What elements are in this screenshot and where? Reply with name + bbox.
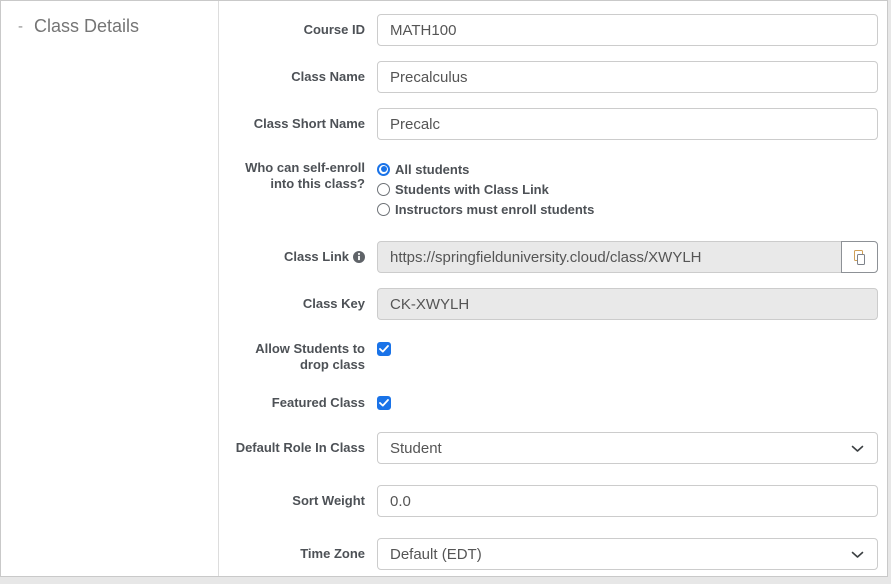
time-zone-select[interactable]: Default (EDT) bbox=[377, 538, 878, 570]
collapse-toggle[interactable]: - bbox=[18, 16, 23, 37]
form-row-default-role: Default Role In Class Student bbox=[228, 432, 887, 464]
form-row-class-short-name: Class Short Name bbox=[228, 108, 887, 140]
form-row-self-enroll: Who can self-enroll into this class? All… bbox=[228, 158, 887, 219]
time-zone-selected-value: Default (EDT) bbox=[390, 546, 482, 563]
form-row-allow-drop: Allow Students to drop class bbox=[228, 341, 887, 373]
checkmark-icon bbox=[379, 345, 389, 353]
featured-class-checkbox[interactable] bbox=[377, 396, 391, 410]
class-short-name-input[interactable] bbox=[377, 108, 878, 140]
class-details-form: Course ID Class Name Class Short Name Wh… bbox=[219, 1, 887, 576]
class-link-input-group bbox=[377, 241, 878, 273]
default-role-label: Default Role In Class bbox=[228, 432, 377, 464]
copy-icon bbox=[851, 249, 868, 266]
copy-button[interactable] bbox=[841, 241, 878, 273]
allow-drop-checkbox[interactable] bbox=[377, 342, 391, 356]
default-role-selected-value: Student bbox=[390, 440, 442, 457]
form-row-class-name: Class Name bbox=[228, 61, 887, 93]
allow-drop-label: Allow Students to drop class bbox=[228, 341, 377, 373]
self-enroll-radio-group: All students Students with Class Link In… bbox=[377, 158, 878, 219]
section-sidebar: - Class Details bbox=[1, 1, 219, 576]
radio-option-all-students[interactable]: All students bbox=[377, 159, 878, 179]
class-name-input[interactable] bbox=[377, 61, 878, 93]
form-row-course-id: Course ID bbox=[228, 14, 887, 46]
radio-option-label[interactable]: Instructors must enroll students bbox=[395, 202, 594, 217]
course-id-label: Course ID bbox=[228, 14, 377, 46]
class-key-input[interactable] bbox=[377, 288, 878, 320]
time-zone-label: Time Zone bbox=[228, 538, 377, 570]
form-row-class-link: Class Link bbox=[228, 241, 887, 273]
radio-icon[interactable] bbox=[377, 163, 390, 176]
chevron-down-icon bbox=[851, 445, 864, 453]
radio-option-instructors-enroll[interactable]: Instructors must enroll students bbox=[377, 199, 878, 219]
form-row-sort-weight: Sort Weight bbox=[228, 485, 887, 517]
class-link-input[interactable] bbox=[377, 241, 842, 273]
info-icon[interactable] bbox=[353, 251, 365, 263]
radio-icon[interactable] bbox=[377, 183, 390, 196]
radio-icon[interactable] bbox=[377, 203, 390, 216]
checkmark-icon bbox=[379, 399, 389, 407]
class-key-label: Class Key bbox=[228, 288, 377, 320]
section-header: - Class Details bbox=[18, 16, 218, 37]
class-short-name-label: Class Short Name bbox=[228, 108, 377, 140]
course-id-input[interactable] bbox=[377, 14, 878, 46]
form-row-class-key: Class Key bbox=[228, 288, 887, 320]
sort-weight-input[interactable] bbox=[377, 485, 878, 517]
sort-weight-label: Sort Weight bbox=[228, 485, 377, 517]
class-link-label: Class Link bbox=[228, 241, 377, 273]
radio-option-label[interactable]: Students with Class Link bbox=[395, 182, 549, 197]
default-role-select[interactable]: Student bbox=[377, 432, 878, 464]
form-row-featured-class: Featured Class bbox=[228, 395, 887, 411]
chevron-down-icon bbox=[851, 551, 864, 559]
form-row-time-zone: Time Zone Default (EDT) bbox=[228, 538, 887, 570]
self-enroll-label: Who can self-enroll into this class? bbox=[228, 158, 377, 219]
radio-option-students-with-link[interactable]: Students with Class Link bbox=[377, 179, 878, 199]
class-details-panel: - Class Details Course ID Class Name Cla… bbox=[0, 0, 888, 577]
radio-option-label[interactable]: All students bbox=[395, 162, 469, 177]
featured-class-label: Featured Class bbox=[228, 395, 377, 411]
class-link-label-text: Class Link bbox=[284, 249, 349, 264]
class-name-label: Class Name bbox=[228, 61, 377, 93]
section-title: Class Details bbox=[34, 16, 139, 37]
